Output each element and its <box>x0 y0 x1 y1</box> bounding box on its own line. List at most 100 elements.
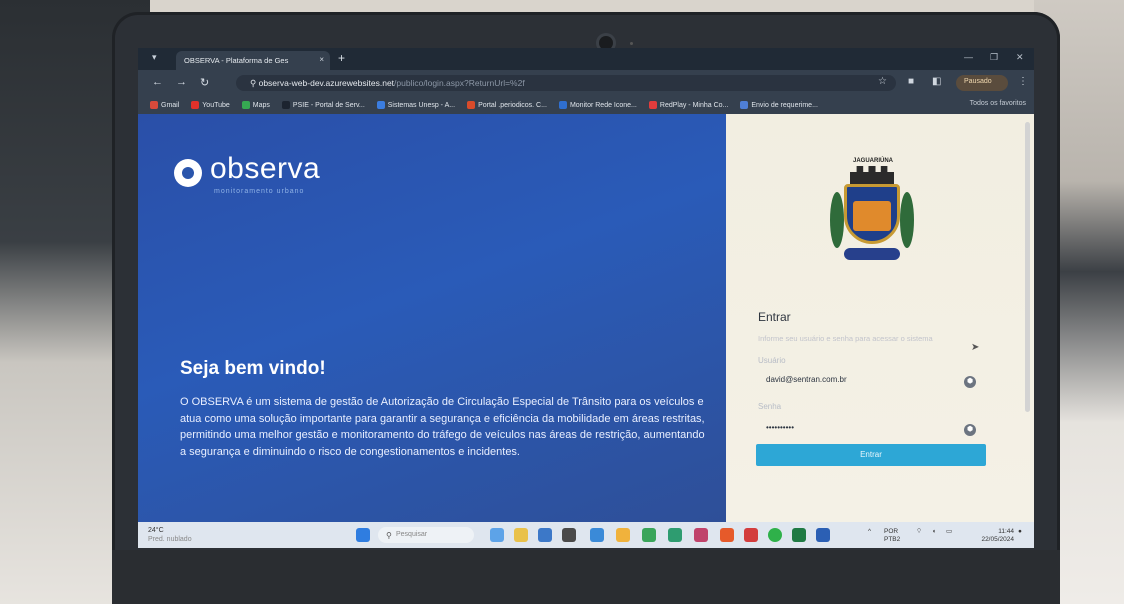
new-tab-button[interactable]: + <box>338 51 345 65</box>
login-hint: Informe seu usuário e senha para acessar… <box>758 334 933 343</box>
jaguar-icon <box>853 201 891 231</box>
password-field[interactable]: •••••••••• <box>758 418 988 438</box>
tab-title: OBSERVA - Plataforma de Ges <box>184 56 289 65</box>
mouse-cursor-icon: ➤ <box>971 342 980 353</box>
clock[interactable]: 11:44 22/05/2024 <box>964 528 1014 544</box>
reload-icon[interactable]: ↻ <box>200 76 209 89</box>
minimize-icon[interactable]: — <box>964 52 973 62</box>
profile-label: Pausado <box>964 78 992 85</box>
volume-icon[interactable]: ◖ <box>932 528 936 536</box>
taskbar-search[interactable]: ⚲ Pesquisar <box>378 527 474 543</box>
whatsapp-icon[interactable] <box>768 528 782 542</box>
username-autofill-icon[interactable]: ⬢ <box>964 376 976 388</box>
extension-icon[interactable]: ■ <box>908 76 914 87</box>
notification-icon[interactable]: ● <box>1018 528 1022 536</box>
bookmark-psie[interactable]: PSIE - Portal de Serv... <box>281 101 365 109</box>
url-host: observa-web-dev.azurewebsites.net <box>258 78 395 88</box>
observa-logo-icon <box>174 159 202 187</box>
redplay-icon <box>648 101 657 109</box>
puzzle-icon[interactable]: ◧ <box>932 76 941 87</box>
ribbon <box>844 248 900 260</box>
url-path: /publico/login.aspx?ReturnUrl=%2f <box>394 78 525 88</box>
edge-icon[interactable] <box>538 528 552 542</box>
chrome-icon[interactable] <box>642 528 656 542</box>
logo-subtitle: monitoramento urbano <box>214 188 305 195</box>
site-info-icon[interactable]: ⚲ <box>250 78 259 88</box>
bookmark-monitor[interactable]: Monitor Rede Icone... <box>558 101 637 109</box>
bookmark-redplay[interactable]: RedPlay - Minha Co... <box>648 101 729 109</box>
store-icon[interactable] <box>694 528 708 542</box>
tab-close-icon[interactable]: × <box>319 55 324 64</box>
wifi-icon[interactable]: ⌔ <box>916 528 922 536</box>
shield-icon <box>844 184 900 244</box>
login-title: Entrar <box>758 310 791 324</box>
language-indicator[interactable]: POR PTB2 <box>884 528 900 544</box>
task-view-icon[interactable] <box>490 528 504 542</box>
bookmark-unesp[interactable]: Sistemas Unesp - A... <box>376 101 456 109</box>
gmail-icon <box>150 101 158 109</box>
bookmark-maps[interactable]: Maps <box>241 101 270 109</box>
word-icon[interactable] <box>816 528 830 542</box>
profile-button[interactable]: Pausado <box>956 75 1008 91</box>
bookmark-label: Portal .periodicos. C... <box>478 101 547 109</box>
webcam-light <box>630 42 633 45</box>
all-bookmarks[interactable]: Todos os favoritos <box>970 100 1026 107</box>
psie-icon <box>281 101 290 109</box>
bookmark-label: RedPlay - Minha Co... <box>659 101 729 109</box>
clock-date: 22/05/2024 <box>981 536 1014 543</box>
description-text: O OBSERVA é um sistema de gestão de Auto… <box>180 396 705 458</box>
clock-time: 11:44 <box>998 528 1014 535</box>
username-field[interactable]: david@sentran.com.br <box>758 370 988 390</box>
maximize-icon[interactable]: ❐ <box>990 52 998 63</box>
scrollbar[interactable] <box>1025 122 1030 412</box>
tab-observa[interactable]: OBSERVA - Plataforma de Ges × <box>176 51 330 70</box>
bookmark-label: Gmail <box>161 101 180 109</box>
bookmark-label: YouTube <box>202 101 230 109</box>
leaf-left <box>830 192 844 248</box>
excel-icon[interactable] <box>792 528 806 542</box>
toolbar: ← → ↻ ⚲ observa-web-dev.azurewebsites.ne… <box>138 70 1034 96</box>
maps-icon <box>241 101 250 109</box>
battery-icon[interactable]: ▭ <box>946 528 952 536</box>
tray-chevron-icon[interactable]: ^ <box>868 528 871 536</box>
widgets-icon[interactable] <box>514 528 528 542</box>
bookmark-periodicos[interactable]: Portal .periodicos. C... <box>467 101 547 109</box>
tab-bar: ▾ OBSERVA - Plataforma de Ges × + — ❐ ✕ <box>138 48 1034 70</box>
address-bar[interactable]: ⚲ observa-web-dev.azurewebsites.net/publ… <box>236 75 896 91</box>
leaf-right <box>900 192 914 248</box>
bookmark-label: Sistemas Unesp - A... <box>387 101 456 109</box>
weather-widget[interactable]: 24°C Pred. nublado <box>148 526 192 544</box>
bookmark-youtube[interactable]: YouTube <box>191 101 230 109</box>
tab-search-icon[interactable]: ▾ <box>152 52 157 63</box>
close-window-icon[interactable]: ✕ <box>1016 52 1024 63</box>
bookmark-label: PSIE - Portal de Serv... <box>292 101 365 109</box>
firefox-icon[interactable] <box>720 528 734 542</box>
bookmark-label: Monitor Rede Icone... <box>569 101 637 109</box>
laptop-lower-bezel <box>112 550 1060 604</box>
keyboard-layout: PTB2 <box>884 536 901 543</box>
login-button[interactable]: Entrar <box>756 444 986 466</box>
bookmark-requerimento[interactable]: Envio de requerime... <box>740 101 818 109</box>
forward-icon[interactable]: → <box>176 76 187 88</box>
coat-of-arms: JAGUARIÚNA <box>828 158 916 272</box>
bookmark-gmail[interactable]: Gmail <box>150 101 179 109</box>
app-icon[interactable] <box>668 528 682 542</box>
bookmarks-bar: Gmail YouTube Maps PSIE - Portal de Serv… <box>138 96 1034 114</box>
vscode-icon[interactable] <box>590 528 604 542</box>
password-autofill-icon[interactable]: ⬢ <box>964 424 976 436</box>
monitor-icon <box>558 101 567 109</box>
welcome-heading: Seja bem vindo! <box>180 358 326 379</box>
terminal-icon[interactable] <box>562 528 576 542</box>
snipping-tool-icon[interactable] <box>744 528 758 542</box>
search-placeholder: Pesquisar <box>396 531 428 538</box>
file-explorer-icon[interactable] <box>616 528 630 542</box>
back-icon[interactable]: ← <box>152 76 163 88</box>
menu-icon[interactable]: ⋮ <box>1018 76 1028 87</box>
logo-text: observa <box>210 152 321 185</box>
youtube-icon <box>191 101 200 109</box>
windows-start-icon[interactable] <box>356 528 370 542</box>
coat-of-arms-text: JAGUARIÚNA <box>852 158 893 164</box>
requerimento-icon <box>740 101 749 109</box>
crown-icon <box>850 166 894 186</box>
star-icon[interactable]: ☆ <box>878 76 887 87</box>
